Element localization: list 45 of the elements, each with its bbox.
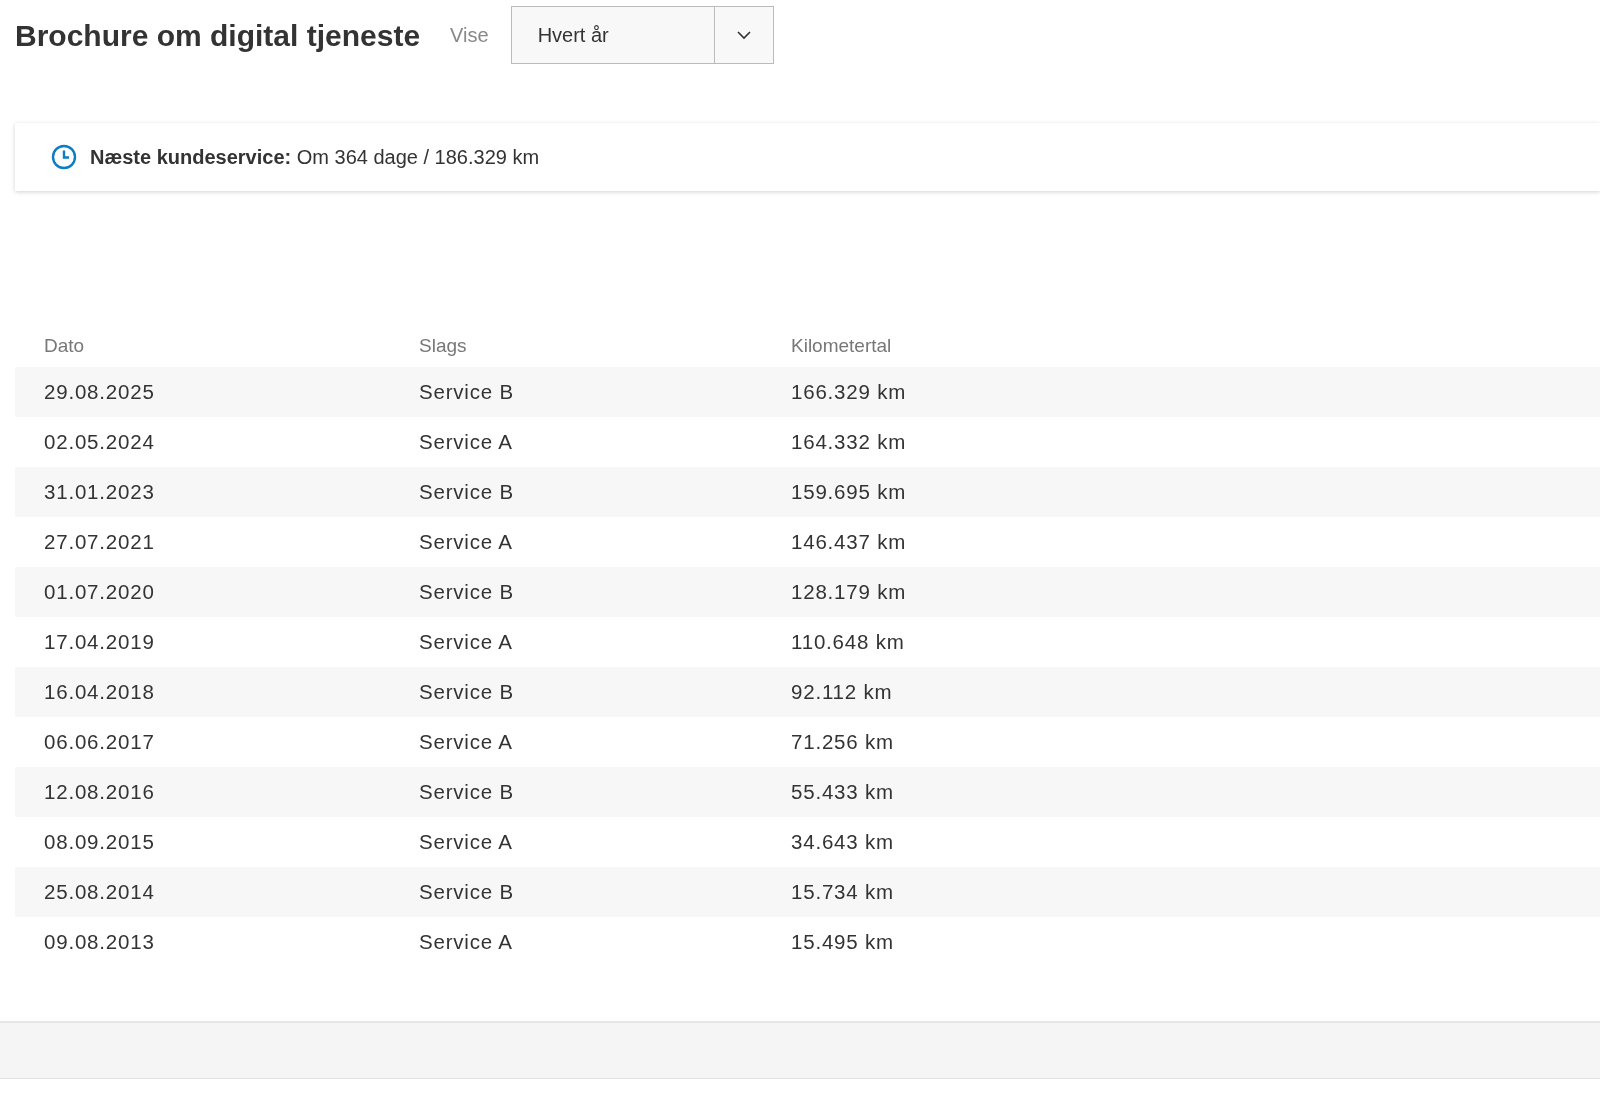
- table-cell: Service B: [419, 379, 514, 403]
- table-cell: Service B: [419, 879, 514, 903]
- table-cell: 06.06.2017: [44, 729, 155, 753]
- table-cell: 31.01.2023: [44, 479, 155, 503]
- view-label: Vise: [450, 23, 489, 48]
- table-cell: 15.495 km: [791, 929, 894, 953]
- column-header: Kilometertal: [791, 334, 892, 356]
- table-cell: 16.04.2018: [44, 679, 155, 703]
- table-cell: 92.112 km: [791, 679, 893, 703]
- table-cell: Service B: [419, 479, 514, 503]
- next-service-text: Næste kundeservice: Om 364 dage / 186.329 km: [90, 145, 540, 170]
- table-cell: Service A: [419, 429, 513, 453]
- table-cell: 34.643 km: [791, 829, 894, 853]
- table-cell: Service B: [419, 579, 514, 603]
- table-cell: Service A: [419, 729, 513, 753]
- table-cell: Service B: [419, 779, 514, 803]
- table-cell: 55.433 km: [791, 779, 894, 803]
- clock-icon: [51, 144, 77, 170]
- table-cell: 25.08.2014: [44, 879, 155, 903]
- table-cell: 128.179 km: [791, 579, 907, 603]
- table-cell: 12.08.2016: [44, 779, 155, 803]
- table-cell: 71.256 km: [791, 729, 894, 753]
- table-cell: 166.329 km: [791, 379, 907, 403]
- table-cell: 159.695 km: [791, 479, 907, 503]
- page-title: Brochure om digital tjeneste: [15, 17, 421, 54]
- table-cell: 01.07.2020: [44, 579, 155, 603]
- view-select[interactable]: Hvert år: [510, 6, 774, 64]
- table-cell: Service A: [419, 829, 513, 853]
- table-cell: 29.08.2025: [44, 379, 155, 403]
- table-cell: 02.05.2024: [44, 429, 155, 453]
- table-cell: 27.07.2021: [44, 529, 155, 553]
- table-cell: Service B: [419, 679, 514, 703]
- column-header: Slags: [419, 334, 467, 356]
- table-cell: Service A: [419, 629, 513, 653]
- table-cell: 164.332 km: [791, 429, 907, 453]
- table-cell: 110.648 km: [791, 629, 905, 653]
- table-cell: Service A: [419, 529, 513, 553]
- table-cell: 08.09.2015: [44, 829, 155, 853]
- table-cell: 17.04.2019: [44, 629, 155, 653]
- table-cell: 146.437 km: [791, 529, 907, 553]
- table-cell: Service A: [419, 929, 513, 953]
- table-cell: 09.08.2013: [44, 929, 155, 953]
- column-header: Dato: [44, 334, 85, 356]
- table-cell: 15.734 km: [791, 879, 894, 903]
- chevron-down-icon: [735, 30, 752, 40]
